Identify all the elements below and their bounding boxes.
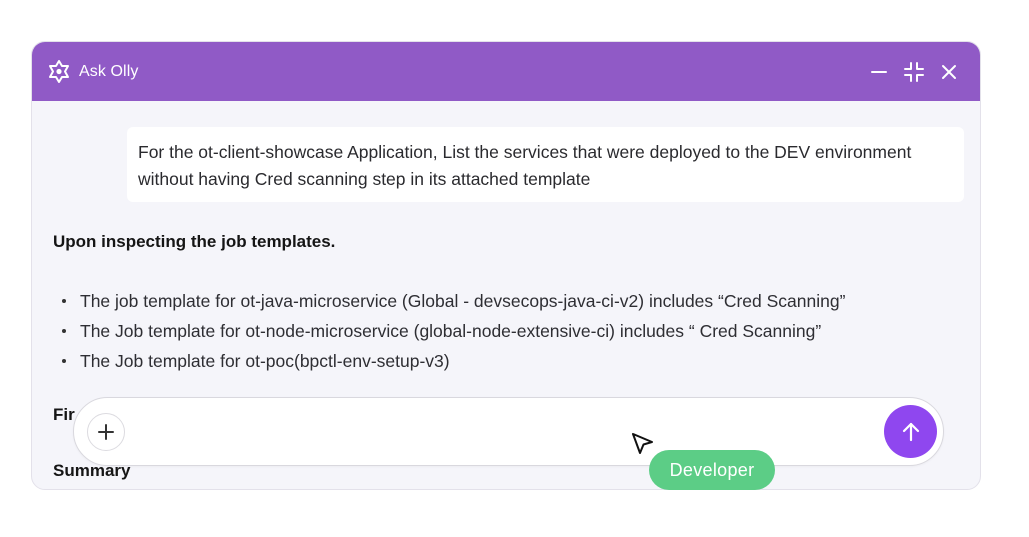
bullet-dot (62, 359, 66, 363)
plus-icon (98, 424, 114, 440)
user-message-bubble: For the ot-client-showcase Application, … (127, 127, 964, 202)
assistant-bullet-list: The job template for ot-java-microservic… (62, 286, 845, 376)
chat-input[interactable] (138, 416, 868, 448)
send-button[interactable] (884, 405, 937, 458)
close-icon[interactable] (938, 61, 960, 83)
list-item: The job template for ot-java-microservic… (62, 286, 845, 316)
chat-input-bar (73, 397, 944, 466)
bullet-dot (62, 329, 66, 333)
collapse-icon[interactable] (903, 61, 925, 83)
attach-button[interactable] (87, 413, 125, 451)
minimize-icon[interactable] (868, 61, 890, 83)
chat-header: Ask Olly (32, 42, 980, 101)
window-controls (868, 61, 960, 83)
cursor-user-label: Developer (649, 450, 775, 490)
olly-flower-logo-icon (47, 59, 71, 85)
arrow-up-icon (902, 422, 919, 441)
assistant-partial-heading: Fir (53, 405, 75, 424)
assistant-heading: Upon inspecting the job templates. (53, 232, 336, 251)
list-item: The Job template for ot-poc(bpctl-env-se… (62, 346, 845, 376)
mouse-pointer-icon (632, 433, 653, 454)
chat-window: Ask Olly For the ot-client-showcase Appl… (31, 41, 981, 490)
list-item: The Job template for ot-node-microservic… (62, 316, 845, 346)
chat-title: Ask Olly (79, 62, 139, 80)
bullet-dot (62, 299, 66, 303)
